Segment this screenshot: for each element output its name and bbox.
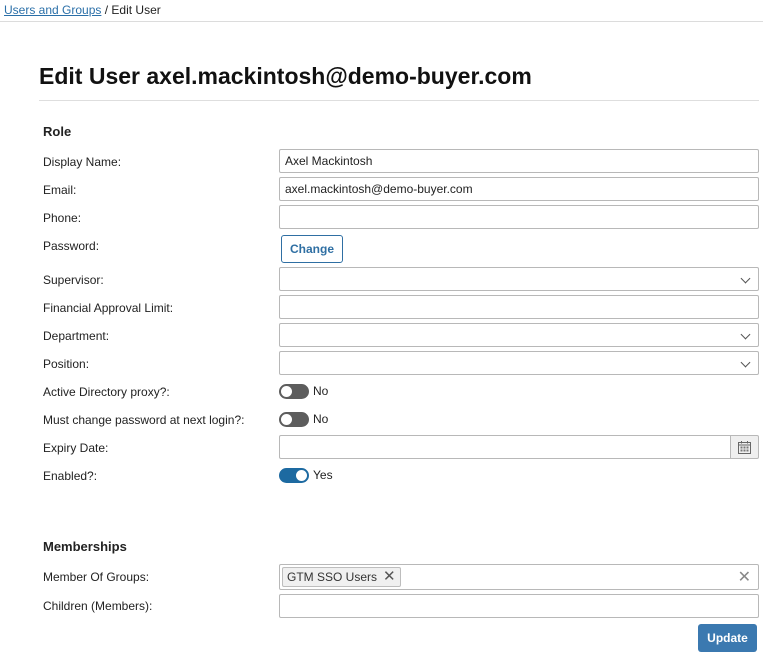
expiry-date-label: Expiry Date:: [43, 441, 109, 455]
chevron-down-icon: [740, 357, 751, 368]
email-label: Email:: [43, 183, 77, 197]
ad-proxy-toggle-text: No: [313, 384, 329, 398]
calendar-button[interactable]: [731, 435, 759, 459]
calendar-icon: [738, 441, 751, 454]
title-divider: [39, 100, 759, 101]
chevron-down-icon: [740, 273, 751, 284]
position-label: Position:: [43, 357, 90, 371]
toggle-knob: [281, 386, 292, 397]
ad-proxy-label: Active Directory proxy?:: [43, 385, 170, 399]
clear-icon[interactable]: ✕: [738, 567, 751, 587]
breadcrumb-link-users-and-groups[interactable]: Users and Groups: [4, 3, 101, 17]
toggle-knob: [296, 470, 307, 481]
change-password-button[interactable]: Change: [281, 235, 343, 263]
phone-input[interactable]: [279, 205, 759, 229]
page-title: Edit User axel.mackintosh@demo-buyer.com: [39, 63, 532, 89]
position-select[interactable]: [279, 351, 759, 375]
email-input[interactable]: [279, 177, 759, 201]
chevron-down-icon: [740, 329, 751, 340]
member-of-groups-label: Member Of Groups:: [43, 570, 150, 584]
close-icon[interactable]: ✕: [383, 568, 396, 586]
breadcrumb-current: Edit User: [111, 3, 161, 17]
expiry-date-input[interactable]: [279, 435, 731, 459]
enabled-toggle[interactable]: [279, 468, 309, 483]
group-chip-label: GTM SSO Users: [287, 570, 378, 584]
phone-label: Phone:: [43, 211, 82, 225]
supervisor-label: Supervisor:: [43, 273, 104, 287]
member-of-groups-multiselect[interactable]: GTM SSO Users ✕ ✕: [279, 564, 759, 590]
group-chip: GTM SSO Users ✕: [282, 567, 401, 587]
must-change-password-label: Must change password at next login?:: [43, 413, 245, 427]
section-title-memberships: Memberships: [43, 539, 127, 554]
department-select[interactable]: [279, 323, 759, 347]
password-label: Password:: [43, 239, 100, 253]
update-button[interactable]: Update: [698, 624, 757, 652]
children-members-input[interactable]: [279, 594, 759, 618]
ad-proxy-toggle[interactable]: [279, 384, 309, 399]
breadcrumb-separator: /: [101, 3, 112, 17]
must-change-password-toggle-text: No: [313, 412, 329, 426]
department-label: Department:: [43, 329, 110, 343]
enabled-label: Enabled?:: [43, 469, 98, 483]
toggle-knob: [281, 414, 292, 425]
supervisor-select[interactable]: [279, 267, 759, 291]
financial-approval-limit-label: Financial Approval Limit:: [43, 301, 174, 315]
breadcrumb: Users and Groups / Edit User: [0, 0, 763, 22]
display-name-input[interactable]: [279, 149, 759, 173]
financial-approval-limit-input[interactable]: [279, 295, 759, 319]
display-name-label: Display Name:: [43, 155, 122, 169]
enabled-toggle-text: Yes: [313, 468, 333, 482]
must-change-password-toggle[interactable]: [279, 412, 309, 427]
children-members-label: Children (Members):: [43, 599, 153, 613]
section-title-role: Role: [43, 124, 72, 139]
